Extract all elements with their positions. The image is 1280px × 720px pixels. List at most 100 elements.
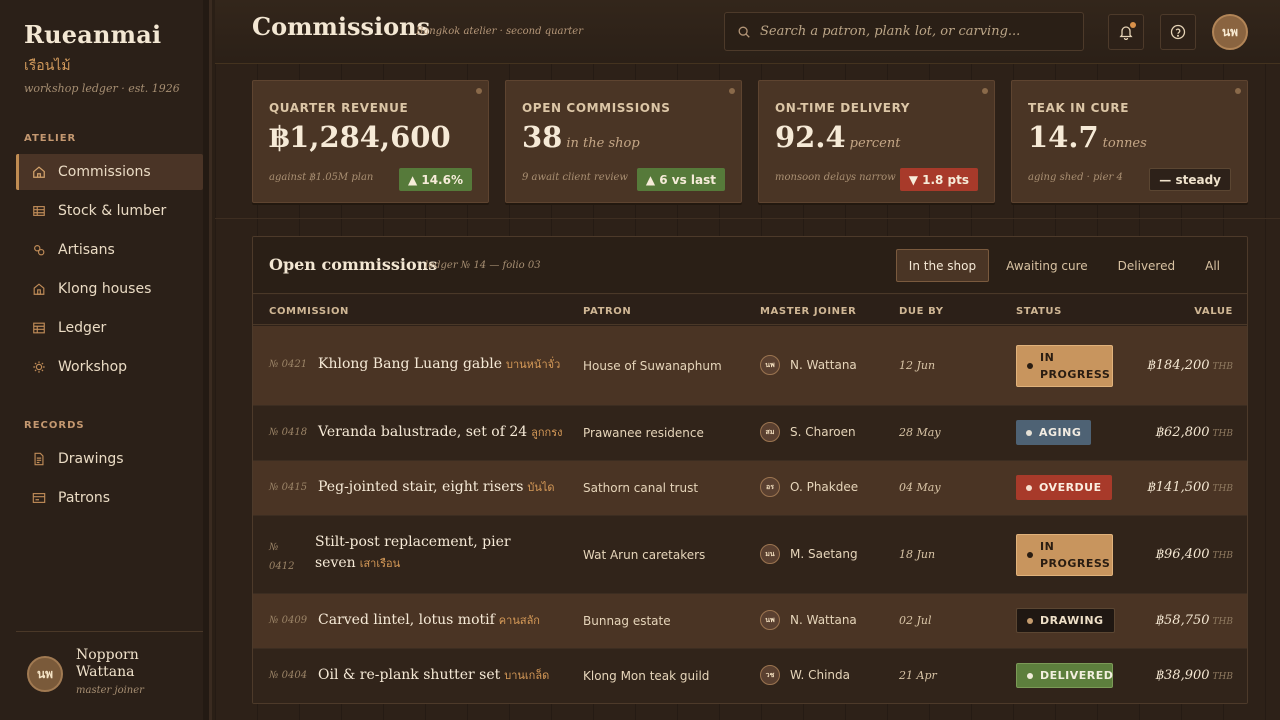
filter-awaiting-cure[interactable]: Awaiting cure [993, 249, 1101, 282]
status-text: DRAWING [1040, 614, 1104, 627]
patron-name: Prawanee residence [583, 426, 704, 440]
table-row[interactable]: № 0409 Carved lintel, lotus motif คานสลัก… [253, 594, 1247, 649]
sidebar-item-klong-houses[interactable]: Klong houses [16, 271, 203, 307]
table-header: COMMISSION PATRON MASTER JOINER DUE BY S… [253, 295, 1247, 325]
search-input[interactable] [760, 24, 1060, 39]
commission-title-text: Oil & re-plank shutter set [318, 667, 501, 683]
notifications-button[interactable] [1108, 14, 1144, 50]
value-amount: ฿96,400 [1155, 547, 1210, 562]
commission-thai-name: เสาเรือน [359, 557, 401, 570]
master-joiner: วช W. Chinda [760, 665, 850, 685]
kpi-unit: tonnes [1102, 136, 1147, 151]
home-icon [32, 165, 46, 179]
status-badge: IN PROGRESS [1016, 345, 1113, 387]
kpi-number: 92.4 [775, 120, 846, 154]
commission-title-text: Carved lintel, lotus motif [318, 612, 495, 628]
sun-icon [32, 360, 46, 374]
sidebar-item-label: Commissions [58, 164, 151, 180]
status-badge: DELIVERED [1016, 663, 1113, 688]
commission-title[interactable]: Carved lintel, lotus motif คานสลัก [318, 610, 540, 631]
value-amount: ฿62,800 [1155, 425, 1210, 440]
panel-title: Open commissions [269, 255, 438, 274]
panel-subtitle: ledger № 14 — folio 03 [425, 260, 541, 271]
kpi-number: 14.7 [1028, 120, 1099, 154]
master-joiner: นพ N. Wattana [760, 610, 857, 630]
commission-title-text: Peg-jointed stair, eight risers [318, 479, 524, 495]
commission-value: ฿184,200 THB [1148, 358, 1234, 373]
grid-icon [32, 321, 46, 335]
sidebar-item-label: Patrons [58, 490, 111, 506]
user-role: master joiner [76, 685, 144, 696]
commission-title[interactable]: Khlong Bang Luang gable บานหน้าจั่ว [318, 354, 560, 375]
pin-icon [982, 88, 988, 94]
kpi-number: ฿1,284,600 [269, 120, 451, 154]
table-row[interactable]: № 0412 Stilt-post replacement, pier seve… [253, 516, 1247, 594]
due-date: 12 Jun [899, 359, 936, 372]
sidebar-item-commissions[interactable]: Commissions [16, 154, 203, 190]
table-row[interactable]: № 0415 Peg-jointed stair, eight risers บั… [253, 461, 1247, 516]
kpi-trend-badge: ▲ 6 vs last [636, 168, 725, 191]
commission-thai-name: บานหน้าจั่ว [506, 358, 561, 371]
sidebar-item-workshop[interactable]: Workshop [16, 349, 203, 385]
table-row[interactable]: № 0404 Oil & re-plank shutter set บานเกล็… [253, 649, 1247, 703]
kpi-note: against ฿1.05M plan [269, 172, 374, 183]
kpi-card-teak-in-cure: TEAK IN CURE 14.7 tonnes aging shed · pie… [1011, 80, 1248, 203]
status-text: DELIVERED [1040, 669, 1114, 682]
kpi-value: 14.7 tonnes [1028, 120, 1147, 154]
sidebar-divider [16, 631, 203, 632]
kpi-label: TEAK IN CURE [1028, 101, 1130, 115]
column-header-status[interactable]: STATUS [1016, 306, 1062, 317]
due-date: 18 Jun [899, 548, 936, 561]
sidebar-item-patrons[interactable]: Patrons [16, 480, 203, 516]
page-title: Commissions [252, 12, 431, 41]
commission-title-text: Khlong Bang Luang gable [318, 356, 502, 372]
pin-icon [729, 88, 735, 94]
commission-number: № 0421 [269, 359, 308, 370]
house-icon [32, 282, 46, 296]
notification-dot [1130, 22, 1136, 28]
filter-all[interactable]: All [1192, 249, 1233, 282]
sidebar-item-ledger[interactable]: Ledger [16, 310, 203, 346]
sidebar-item-artisans[interactable]: Artisans [16, 232, 203, 268]
status-text: AGING [1039, 426, 1082, 439]
commission-thai-name: บันได [527, 481, 555, 494]
commission-title[interactable]: Stilt-post replacement, pier seven เสาเรื… [315, 532, 565, 574]
filter-delivered[interactable]: Delivered [1105, 249, 1188, 282]
document-icon [32, 452, 46, 466]
sidebar-item-drawings[interactable]: Drawings [16, 441, 203, 477]
commission-title[interactable]: Veranda balustrade, set of 24 ลูกกรง [318, 422, 563, 443]
status-dot [1026, 484, 1032, 491]
patron-name: Klong Mon teak guild [583, 669, 710, 683]
page-subtitle: Bangkok atelier · second quarter [416, 26, 583, 37]
commission-value: ฿38,900 THB [1156, 668, 1233, 683]
profile-avatar[interactable]: นพ [1212, 14, 1248, 50]
table-row[interactable]: № 0418 Veranda balustrade, set of 24 ลูกก… [253, 406, 1247, 461]
column-header-due-by[interactable]: DUE BY [899, 306, 944, 317]
kpi-note: 9 await client review [522, 172, 628, 183]
pin-icon [1235, 88, 1241, 94]
column-header-master-joiner[interactable]: MASTER JOINER [760, 306, 856, 317]
kpi-label: QUARTER REVENUE [269, 101, 409, 115]
master-joiner: มน M. Saetang [760, 544, 858, 564]
commissions-panel: Open commissions ledger № 14 — folio 03 … [252, 236, 1248, 704]
status-filter-tabs: In the shop Awaiting cure Delivered All [895, 249, 1233, 282]
patron-name: House of Suwanaphum [583, 359, 722, 373]
sidebar-item-label: Workshop [58, 359, 128, 375]
sidebar-item-stock[interactable]: Stock & lumber [16, 193, 203, 229]
section-label-records: RECORDS [24, 420, 85, 431]
column-header-commission[interactable]: COMMISSION [269, 306, 349, 317]
status-badge: AGING [1016, 420, 1092, 445]
value-amount: ฿58,750 [1155, 613, 1210, 628]
table-row[interactable]: № 0421 Khlong Bang Luang gable บานหน้าจั่… [253, 326, 1247, 406]
user-avatar[interactable]: นพ [27, 656, 63, 692]
filter-in-the-shop[interactable]: In the shop [895, 249, 990, 282]
commission-title[interactable]: Oil & re-plank shutter set บานเกล็ด [318, 665, 549, 686]
search-box[interactable] [724, 12, 1084, 51]
column-header-value[interactable]: VALUE [1194, 306, 1233, 317]
column-header-patron[interactable]: PATRON [583, 306, 631, 317]
commission-thai-name: บานเกล็ด [504, 669, 550, 682]
help-button[interactable] [1160, 14, 1196, 50]
due-date: 21 Apr [899, 669, 937, 682]
commission-number: № 0404 [269, 670, 308, 681]
commission-title[interactable]: Peg-jointed stair, eight risers บันได [318, 477, 555, 498]
